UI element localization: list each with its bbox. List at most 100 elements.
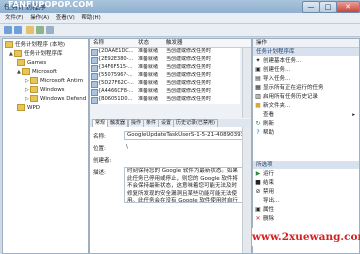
action-view[interactable]: 查看 ▸ xyxy=(253,111,359,119)
folder-icon xyxy=(17,59,25,66)
action-label: 属性 xyxy=(263,207,275,213)
delete-icon: ✕ xyxy=(255,215,261,222)
task-name: {B06051D0... xyxy=(98,96,133,102)
tree-item-local[interactable]: 任务计划程序 (本地) xyxy=(5,41,65,49)
section-selected[interactable]: 所选项 xyxy=(253,161,359,169)
task-row[interactable]: {A4466CF8-... 准备就绪 当创建或修改任务时 xyxy=(90,88,240,96)
tree-label: Windows Defend xyxy=(40,96,87,102)
task-trigger: 当创建或修改任务时 xyxy=(166,64,212,70)
task-name: {2E92E380-... xyxy=(98,56,134,62)
task-row[interactable]: {2E92E380-... 准备就绪 当创建或修改任务时 xyxy=(90,56,240,64)
folder-icon[interactable] xyxy=(26,26,34,34)
action-run[interactable]: ▶ 运行 xyxy=(253,170,359,178)
section-library[interactable]: 任务计划程序库 xyxy=(253,48,359,56)
description-field[interactable]: 时刻保持您的 Google 软件为最新状态。如果此任务已停用或停止，则您的 Go… xyxy=(124,167,244,203)
tab-actions[interactable]: 操作 xyxy=(128,119,145,127)
tree-label: WPD xyxy=(27,105,40,111)
tree-item-games[interactable]: Games xyxy=(17,59,46,67)
action-create-task[interactable]: ▣ 创建任务... xyxy=(253,66,359,74)
general-tab-content: 名称: GoogleUpdateTaskUserS-1-5-21-4089039… xyxy=(90,127,251,253)
close-button[interactable]: ✕ xyxy=(336,1,360,13)
tab-general[interactable]: 常规 xyxy=(92,119,109,127)
action-enable-history[interactable]: ▥ 启用所有任务历史记录 xyxy=(253,93,359,101)
section-label: 任务计划程序库 xyxy=(256,49,295,55)
action-properties[interactable]: ▣ 属性 xyxy=(253,206,359,214)
task-icon xyxy=(91,49,98,56)
tab-triggers[interactable]: 触发器 xyxy=(107,119,129,127)
action-delete[interactable]: ✕ 删除 xyxy=(253,215,359,223)
task-row[interactable]: {B06051D0... 准备就绪 当创建或修改任务时 xyxy=(90,96,240,104)
task-trigger: 当创建或修改任务时 xyxy=(166,80,212,86)
site-watermark: www.2xuewang.com xyxy=(252,228,360,246)
properties-icon[interactable] xyxy=(36,26,44,34)
action-export[interactable]: 导出... xyxy=(253,197,359,205)
name-field[interactable]: GoogleUpdateTaskUserS-1-5-21-408903938 xyxy=(124,131,244,140)
task-name: {34F6F515-... xyxy=(98,64,133,70)
task-trigger: 当创建或修改任务时 xyxy=(166,72,212,78)
action-label: 帮助 xyxy=(263,130,275,136)
action-label: 显示所有正在运行的任务 xyxy=(263,85,324,91)
task-row[interactable]: {2DAAE1DC... 准备就绪 当创建或修改任务时 xyxy=(90,48,240,56)
action-new-folder[interactable]: ■ 新文件夹... xyxy=(253,102,359,110)
action-help[interactable]: ? 帮助 xyxy=(253,129,359,137)
task-icon xyxy=(91,73,98,80)
forward-icon[interactable] xyxy=(14,26,22,34)
name-label: 名称: xyxy=(93,134,106,140)
tree-item-windows[interactable]: ▷ Windows xyxy=(25,86,65,94)
list-scrollbar[interactable] xyxy=(242,48,251,118)
running-icon: ▦ xyxy=(255,84,261,91)
action-label: 运行 xyxy=(263,171,275,177)
action-label: 创建任务... xyxy=(263,67,291,73)
task-trigger: 当创建或修改任务时 xyxy=(166,88,212,94)
list-header: 名称 状态 触发器 xyxy=(90,39,251,48)
tab-history[interactable]: 历史记录(已禁用) xyxy=(173,119,218,127)
wizard-icon: ✦ xyxy=(255,57,261,64)
task-trigger: 当创建或修改任务时 xyxy=(166,96,212,102)
task-icon: ▣ xyxy=(255,66,261,73)
back-icon[interactable] xyxy=(4,26,12,34)
tree-label: Microsoft xyxy=(32,69,58,75)
task-status: 准备就绪 xyxy=(138,48,159,54)
task-name: {2DAAE1DC... xyxy=(98,48,134,54)
author-label: 创建者: xyxy=(93,158,112,164)
tree-label: Games xyxy=(27,60,47,66)
help-icon[interactable] xyxy=(46,26,54,34)
watermark-text: FANFUPOPOP.COM xyxy=(8,0,94,9)
task-status: 准备就绪 xyxy=(138,64,159,70)
action-refresh[interactable]: ↻ 刷新 xyxy=(253,120,359,128)
action-label: 创建基本任务... xyxy=(263,58,302,64)
column-name[interactable]: 名称 xyxy=(93,39,104,47)
tab-settings[interactable]: 设置 xyxy=(158,119,175,127)
task-name: {5D27F62C-... xyxy=(98,80,134,86)
tree-item-defender[interactable]: ▷ Windows Defend xyxy=(25,95,86,103)
menu-bar: 文件(F) 操作(A) 查看(V) 帮助(H) xyxy=(0,13,360,24)
action-create-basic-task[interactable]: ✦ 创建基本任务... xyxy=(253,57,359,65)
location-label: 位置: xyxy=(93,146,106,152)
action-end[interactable]: ■ 结束 xyxy=(253,179,359,187)
column-status[interactable]: 状态 xyxy=(138,39,149,47)
task-row[interactable]: {5D27F62C-... 准备就绪 当创建或修改任务时 xyxy=(90,80,240,88)
tree-item-antimalware[interactable]: ▷ Microsoft Antim xyxy=(25,77,83,85)
refresh-icon: ↻ xyxy=(255,120,261,127)
tree-item-library[interactable]: ▲ 任务计划程序库 xyxy=(9,50,63,58)
action-import-task[interactable]: ▤ 导入任务... xyxy=(253,75,359,83)
tab-conditions[interactable]: 条件 xyxy=(143,119,160,127)
column-trigger[interactable]: 触发器 xyxy=(166,39,183,47)
task-row[interactable]: {5507596?-... 准备就绪 当创建或修改任务时 xyxy=(90,72,240,80)
action-disable[interactable]: ⊘ 禁用 xyxy=(253,188,359,196)
detail-scrollbar[interactable] xyxy=(242,127,251,253)
menu-action[interactable]: 操作(A) xyxy=(30,13,49,23)
menu-help[interactable]: 帮助(H) xyxy=(81,13,100,23)
task-row[interactable]: {34F6F515-... 准备就绪 当创建或修改任务时 xyxy=(90,64,240,72)
menu-view[interactable]: 查看(V) xyxy=(56,13,75,23)
help-icon: ? xyxy=(256,129,260,136)
task-trigger: 当创建或修改任务时 xyxy=(166,56,212,62)
actions-header-label: 操作 xyxy=(256,40,268,46)
minimize-button[interactable]: — xyxy=(302,1,320,13)
task-pane: 名称 状态 触发器 {2DAAE1DC... 准备就绪 当创建或修改任务时 {2E9… xyxy=(89,38,252,254)
maximize-button[interactable]: □ xyxy=(319,1,337,13)
tree-item-wpd[interactable]: WPD xyxy=(17,104,40,112)
tree-item-microsoft[interactable]: ▲ Microsoft xyxy=(17,68,57,76)
action-show-running[interactable]: ▦ 显示所有正在运行的任务 xyxy=(253,84,359,92)
menu-file[interactable]: 文件(F) xyxy=(5,13,23,23)
